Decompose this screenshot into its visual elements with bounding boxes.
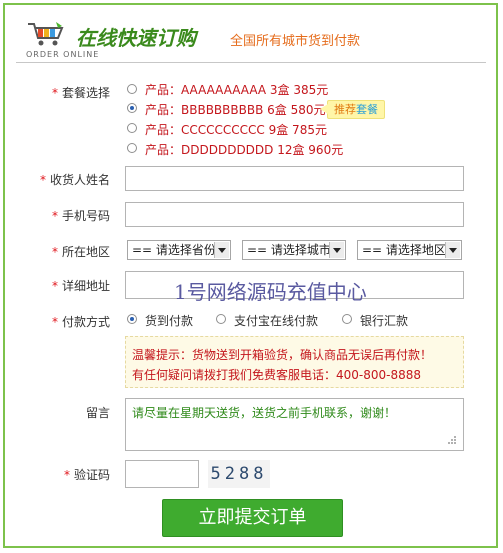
notice-line-1: 温馨提示：货物送到开箱验货，确认商品无误后再付款！ [132, 348, 433, 362]
payment-label: * 付款方式 [51, 315, 110, 329]
package-option-c[interactable]: 产品：CCCCCCCCCC 9盒 785元 [145, 121, 327, 138]
package-radio-c[interactable] [127, 123, 137, 133]
notice-line-2: 有任何疑问请拨打我们免费客服电话：400-800-8888 [132, 368, 422, 382]
phone-label: * 手机号码 [51, 209, 110, 223]
package-option-d[interactable]: 产品：DDDDDDDDDD 12盒 960元 [145, 141, 343, 158]
notice-box: 温馨提示：货物送到开箱验货，确认商品无误后再付款！ 有任何疑问请拨打我们免费客服… [125, 336, 464, 388]
page-title: 在线快速订购 [76, 26, 196, 50]
package-radio-b[interactable] [127, 103, 137, 113]
captcha-image[interactable]: 5288 [208, 460, 270, 488]
submit-order-button[interactable]: 立即提交订单 [162, 499, 343, 537]
package-option-a[interactable]: 产品：AAAAAAAAAA 3盒 385元 [145, 81, 328, 98]
message-label: 留言 [85, 406, 110, 420]
page-subtitle: 全国所有城市货到付款 [230, 34, 361, 49]
payment-radio-alipay[interactable] [216, 314, 226, 324]
captcha-input[interactable] [125, 460, 199, 488]
chevron-down-icon [329, 242, 344, 258]
package-label: * 套餐选择 [51, 86, 110, 100]
package-radio-d[interactable] [127, 143, 137, 153]
package-option-b[interactable]: 产品：BBBBBBBBBB 6盒 580元 [145, 101, 326, 118]
recommended-badge: 推荐套餐 [320, 100, 385, 119]
recipient-name-label: * 收货人姓名 [39, 173, 110, 187]
chevron-down-icon [445, 242, 460, 258]
captcha-label: * 验证码 [63, 468, 110, 482]
payment-radio-bank[interactable] [342, 314, 352, 324]
phone-input[interactable] [125, 202, 464, 227]
payment-option-alipay[interactable]: 支付宝在线付款 [234, 312, 318, 329]
message-textarea[interactable]: 请尽量在星期天送货，送货之前手机联系，谢谢！ [125, 398, 464, 451]
header-divider [16, 62, 486, 63]
province-select[interactable]: == 请选择省份 [127, 240, 231, 260]
package-radio-a[interactable] [127, 84, 137, 94]
chevron-down-icon [214, 242, 229, 258]
city-select[interactable]: == 请选择城市 [242, 240, 346, 260]
recipient-name-input[interactable] [125, 166, 464, 191]
order-online-text: ORDER ONLINE [26, 50, 100, 59]
shopping-cart-icon [28, 22, 64, 46]
address-label: * 详细地址 [51, 279, 110, 293]
payment-option-bank[interactable]: 银行汇款 [360, 312, 408, 329]
message-text: 请尽量在星期天送货，送货之前手机联系，谢谢！ [132, 406, 397, 420]
payment-radio-cod[interactable] [127, 314, 137, 324]
payment-option-cod[interactable]: 货到付款 [145, 312, 193, 329]
district-select[interactable]: == 请选择地区 [357, 240, 462, 260]
region-label: * 所在地区 [51, 245, 110, 259]
resize-handle-icon[interactable] [447, 435, 457, 445]
order-header: ORDER ONLINE 在线快速订购 全国所有城市货到付款 [26, 20, 486, 64]
watermark-text: 1号网络源码充值中心 [174, 280, 367, 304]
